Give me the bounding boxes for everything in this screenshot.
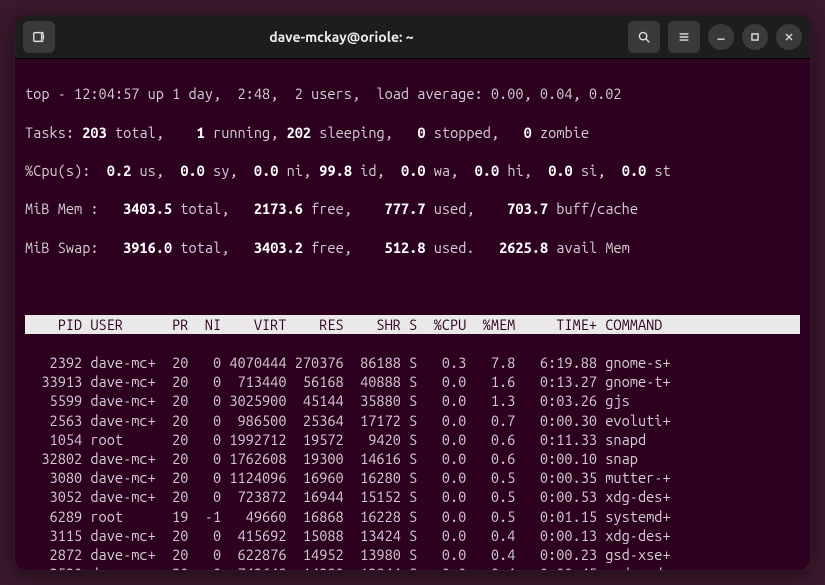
table-row: 6289 root 19 -1 49660 16868 16228 S 0.0 … xyxy=(25,507,800,526)
window-title: dave-mckay@oriole: ~ xyxy=(269,29,413,45)
titlebar: dave-mckay@oriole: ~ xyxy=(15,15,810,59)
table-row: 3080 dave-mc+ 20 0 1124096 16960 16280 S… xyxy=(25,468,800,487)
terminal-window: dave-mckay@oriole: ~ top - 12:04:57 up 1… xyxy=(14,14,811,571)
table-row: 2872 dave-mc+ 20 0 622876 14952 13980 S … xyxy=(25,545,800,564)
top-summary-mem: MiB Mem : 3403.5 total, 2173.6 free, 777… xyxy=(25,199,800,218)
top-summary-uptime: top - 12:04:57 up 1 day, 2:48, 2 users, … xyxy=(25,84,800,103)
menu-button[interactable] xyxy=(668,21,700,53)
top-summary-tasks: Tasks: 203 total, 1 running, 202 sleepin… xyxy=(25,123,800,142)
table-row: 3052 dave-mc+ 20 0 723872 16944 15152 S … xyxy=(25,487,800,506)
top-summary-cpu: %Cpu(s): 0.2 us, 0.0 sy, 0.0 ni, 99.8 id… xyxy=(25,161,800,180)
maximize-button[interactable] xyxy=(742,24,768,50)
terminal-body[interactable]: top - 12:04:57 up 1 day, 2:48, 2 users, … xyxy=(15,59,810,571)
minimize-button[interactable] xyxy=(708,24,734,50)
close-button[interactable] xyxy=(776,24,802,50)
table-row: 2520 dave-mc+ 20 0 742648 14380 12844 S … xyxy=(25,564,800,571)
table-row: 2392 dave-mc+ 20 0 4070444 270376 86188 … xyxy=(25,353,800,372)
table-row: 1054 root 20 0 1992712 19572 9420 S 0.0 … xyxy=(25,430,800,449)
blank-line xyxy=(25,276,800,295)
new-tab-button[interactable] xyxy=(23,21,55,53)
table-row: 3115 dave-mc+ 20 0 415692 15088 13424 S … xyxy=(25,526,800,545)
search-button[interactable] xyxy=(628,21,660,53)
table-row: 2563 dave-mc+ 20 0 986500 25364 17172 S … xyxy=(25,411,800,430)
process-table-header: PID USER PR NI VIRT RES SHR S %CPU %MEM … xyxy=(25,315,800,334)
table-row: 5599 dave-mc+ 20 0 3025900 45144 35880 S… xyxy=(25,391,800,410)
process-table-body: 2392 dave-mc+ 20 0 4070444 270376 86188 … xyxy=(25,353,800,571)
top-summary-swap: MiB Swap: 3916.0 total, 3403.2 free, 512… xyxy=(25,238,800,257)
table-row: 33913 dave-mc+ 20 0 713440 56168 40888 S… xyxy=(25,372,800,391)
table-row: 32802 dave-mc+ 20 0 1762608 19300 14616 … xyxy=(25,449,800,468)
